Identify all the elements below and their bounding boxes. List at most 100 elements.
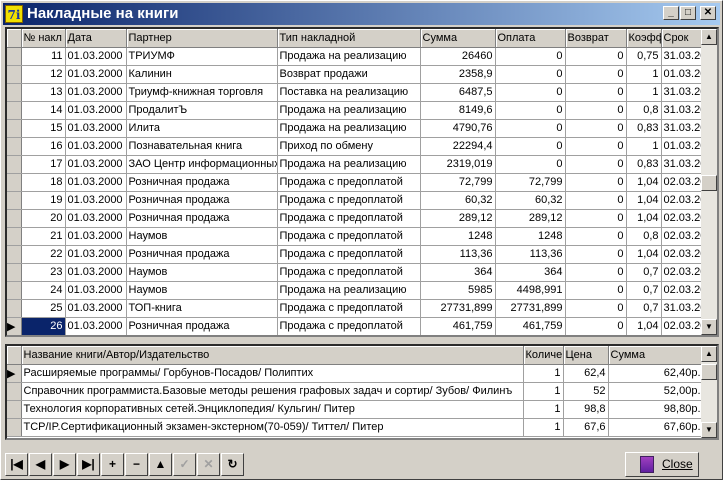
cell-coef[interactable]: 1	[626, 137, 662, 156]
table-row[interactable]: 19 01.03.2000 Розничная продажа Продажа с п…	[7, 191, 717, 210]
row-indicator[interactable]	[7, 281, 22, 300]
cell-number[interactable]: 24	[21, 281, 66, 300]
cell-coef[interactable]: 1	[626, 65, 662, 84]
row-indicator[interactable]	[7, 65, 22, 84]
close-button[interactable]: Close	[625, 452, 699, 477]
nav-post-button[interactable]: ✓	[173, 453, 196, 476]
cell-payment[interactable]: 4498,991	[495, 281, 566, 300]
cell-quantity[interactable]: 1	[523, 418, 564, 437]
cell-date[interactable]: 01.03.2000	[65, 227, 127, 246]
scroll-down-arrow-icon[interactable]: ▼	[701, 422, 717, 438]
cell-date[interactable]: 01.03.2000	[65, 83, 127, 102]
cell-number[interactable]: 18	[21, 173, 66, 192]
cell-date[interactable]: 01.03.2000	[65, 119, 127, 138]
cell-partner[interactable]: Розничная продажа	[126, 173, 278, 192]
cell-coef[interactable]: 1	[626, 83, 662, 102]
books-scrollbar[interactable]: ▲ ▼	[701, 346, 717, 438]
col-header-return[interactable]: Возврат	[565, 29, 627, 48]
table-row[interactable]: 22 01.03.2000 Розничная продажа Продажа с п…	[7, 245, 717, 264]
cell-partner[interactable]: ЗАО Центр информационных	[126, 155, 278, 174]
row-indicator[interactable]	[7, 47, 22, 66]
cell-return[interactable]: 0	[565, 209, 627, 228]
cell-payment[interactable]: 0	[495, 65, 566, 84]
cell-sum[interactable]: 60,32	[420, 191, 496, 210]
nav-next-button[interactable]: ▶	[53, 453, 76, 476]
row-indicator[interactable]	[7, 382, 22, 401]
cell-return[interactable]: 0	[565, 47, 627, 66]
cell-partner[interactable]: Познавательная книга	[126, 137, 278, 156]
col-header-price[interactable]: Цена	[563, 346, 609, 365]
table-row[interactable]: 16 01.03.2000 Познавательная книга Приход п…	[7, 137, 717, 156]
cell-number[interactable]: 14	[21, 101, 66, 120]
table-row[interactable]: 17 01.03.2000 ЗАО Центр информационных Прод…	[7, 155, 717, 174]
cell-type[interactable]: Продажа с предоплатой	[277, 299, 421, 318]
cell-number[interactable]: 23	[21, 263, 66, 282]
cell-payment[interactable]: 0	[495, 119, 566, 138]
cell-coef[interactable]: 0,7	[626, 281, 662, 300]
cell-date[interactable]: 01.03.2000	[65, 137, 127, 156]
cell-sum[interactable]: 364	[420, 263, 496, 282]
cell-date[interactable]: 01.03.2000	[65, 209, 127, 228]
cell-number[interactable]: 16	[21, 137, 66, 156]
cell-coef[interactable]: 1,04	[626, 191, 662, 210]
cell-type[interactable]: Продажа на реализацию	[277, 155, 421, 174]
col-header-partner[interactable]: Партнер	[126, 29, 278, 48]
row-indicator[interactable]	[7, 173, 22, 192]
cell-price[interactable]: 52	[563, 382, 609, 401]
cell-type[interactable]: Поставка на реализацию	[277, 83, 421, 102]
cell-coef[interactable]: 1,04	[626, 317, 662, 335]
cell-number[interactable]: 25	[21, 299, 66, 318]
row-indicator[interactable]	[7, 155, 22, 174]
table-row[interactable]: Технология корпоративных сетей.Энциклопе…	[7, 400, 704, 419]
current-row-indicator-icon[interactable]: ▶	[7, 364, 22, 383]
table-row[interactable]: 24 01.03.2000 Наумов Продажа на реализацию 5…	[7, 281, 717, 300]
cell-sum[interactable]: 26460	[420, 47, 496, 66]
table-row[interactable]: ▶ Расширяемые программы/ Горбунов-Посадов…	[7, 364, 704, 383]
close-window-button[interactable]: ✕	[700, 6, 716, 20]
cell-number[interactable]: 21	[21, 227, 66, 246]
cell-sum[interactable]: 113,36	[420, 245, 496, 264]
cell-book-sum[interactable]: 67,60р.	[608, 418, 704, 437]
table-row[interactable]: Справочник программиста.Базовые методы р…	[7, 382, 704, 401]
cell-return[interactable]: 0	[565, 317, 627, 335]
cell-payment[interactable]: 1248	[495, 227, 566, 246]
cell-type[interactable]: Возврат продажи	[277, 65, 421, 84]
cell-date[interactable]: 01.03.2000	[65, 65, 127, 84]
cell-partner[interactable]: Наумов	[126, 281, 278, 300]
nav-refresh-button[interactable]: ↻	[221, 453, 244, 476]
cell-coef[interactable]: 1,04	[626, 173, 662, 192]
cell-sum[interactable]: 27731,899	[420, 299, 496, 318]
cell-payment[interactable]: 60,32	[495, 191, 566, 210]
cell-sum[interactable]: 461,759	[420, 317, 496, 335]
cell-price[interactable]: 62,4	[563, 364, 609, 383]
cell-payment[interactable]: 0	[495, 155, 566, 174]
col-header-book-sum[interactable]: Сумма	[608, 346, 704, 365]
maximize-button[interactable]: □	[680, 6, 696, 20]
row-indicator[interactable]	[7, 227, 22, 246]
table-row[interactable]: 13 01.03.2000 Триумф-книжная торговля Поста…	[7, 83, 717, 102]
scroll-up-arrow-icon[interactable]: ▲	[701, 29, 717, 45]
cell-return[interactable]: 0	[565, 83, 627, 102]
col-header-coef[interactable]: Коэфф	[626, 29, 662, 48]
cell-return[interactable]: 0	[565, 299, 627, 318]
cell-payment[interactable]: 0	[495, 83, 566, 102]
cell-partner[interactable]: Розничная продажа	[126, 209, 278, 228]
row-indicator[interactable]	[7, 418, 22, 437]
cell-quantity[interactable]: 1	[523, 364, 564, 383]
table-row[interactable]: 12 01.03.2000 Калинин Возврат продажи 2358,9…	[7, 65, 717, 84]
cell-payment[interactable]: 72,799	[495, 173, 566, 192]
cell-date[interactable]: 01.03.2000	[65, 173, 127, 192]
table-row[interactable]: 20 01.03.2000 Розничная продажа Продажа с п…	[7, 209, 717, 228]
cell-type[interactable]: Продажа на реализацию	[277, 281, 421, 300]
row-indicator[interactable]	[7, 263, 22, 282]
cell-book-sum[interactable]: 52,00р.	[608, 382, 704, 401]
table-row[interactable]: 25 01.03.2000 ТОП-книга Продажа с предоплат…	[7, 299, 717, 318]
cell-book-title[interactable]: Расширяемые программы/ Горбунов-Посадов/…	[21, 364, 524, 383]
cell-date[interactable]: 01.03.2000	[65, 47, 127, 66]
cell-date[interactable]: 01.03.2000	[65, 191, 127, 210]
cell-type[interactable]: Продажа с предоплатой	[277, 317, 421, 335]
row-indicator[interactable]	[7, 119, 22, 138]
minimize-button[interactable]: _	[663, 6, 679, 20]
cell-payment[interactable]: 27731,899	[495, 299, 566, 318]
table-row[interactable]: 23 01.03.2000 Наумов Продажа с предоплатой 3…	[7, 263, 717, 282]
